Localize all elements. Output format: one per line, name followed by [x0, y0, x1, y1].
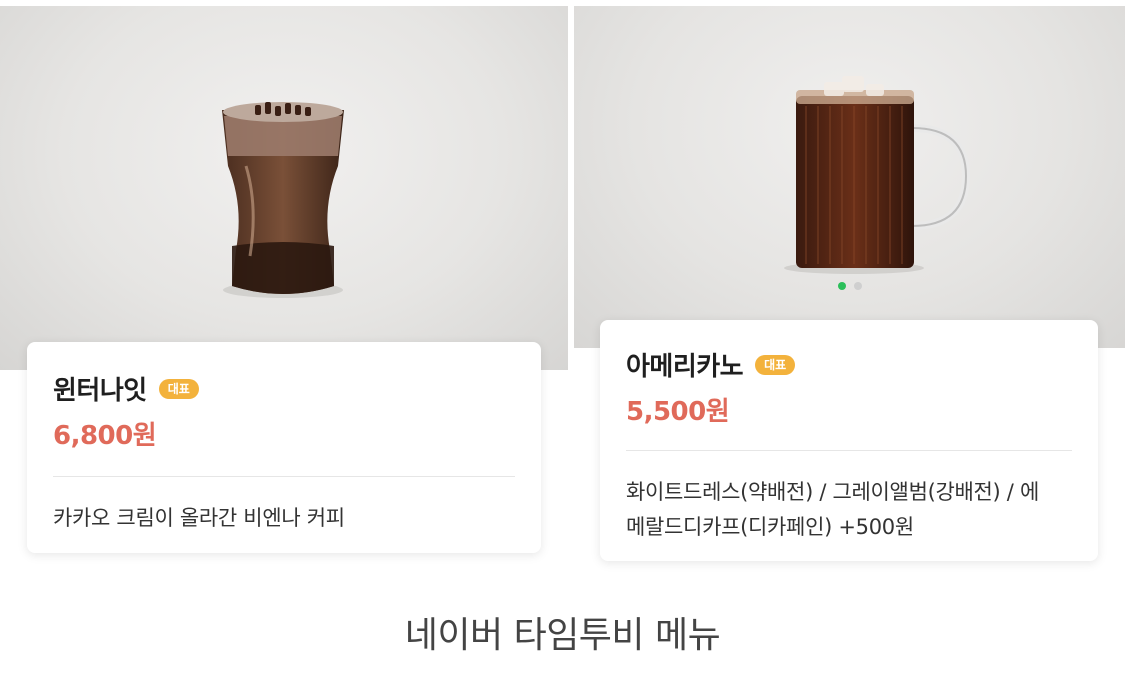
- menu-description-line: 메랄드디카프(디카페인) +500원: [626, 515, 914, 539]
- americano-drink-image: [784, 76, 971, 274]
- representative-badge: 대표: [158, 378, 199, 399]
- carousel-indicator: [838, 282, 862, 290]
- menu-name: 아메리카노: [626, 352, 744, 382]
- divider: [53, 476, 515, 477]
- carousel-dot-2[interactable]: [854, 282, 862, 290]
- menu-description-line: 화이트드레스(약배전) / 그레이앨범(강배전) / 에: [626, 480, 1039, 504]
- carousel-dot-1[interactable]: [838, 282, 846, 290]
- divider: [626, 450, 1072, 451]
- menu-price: 6,800원: [53, 421, 157, 451]
- menu-name-row: 아메리카노 대표: [626, 346, 1072, 383]
- menu-price: 5,500원: [626, 397, 730, 427]
- menu-description: 화이트드레스(약배전) / 그레이앨범(강배전) / 에 메랄드디카프(디카페인…: [626, 475, 1072, 545]
- menu-description: 카카오 크림이 올라간 비엔나 커피: [53, 506, 345, 530]
- menu-card-americano[interactable]: 아메리카노 대표 5,500원 화이트드레스(약배전) / 그레이앨범(강배전)…: [600, 320, 1098, 561]
- winter-night-drink-image: [222, 102, 344, 298]
- winter-night-photo[interactable]: [0, 6, 568, 370]
- representative-badge: 대표: [755, 354, 796, 375]
- menu-name-row: 윈터나잇 대표: [53, 370, 515, 407]
- section-title: 네이버 타임투비 메뉴: [404, 615, 721, 656]
- menu-name: 윈터나잇: [53, 376, 147, 406]
- menu-card-winter-night[interactable]: 윈터나잇 대표 6,800원 카카오 크림이 올라간 비엔나 커피: [27, 342, 541, 553]
- americano-photo-carousel[interactable]: [574, 6, 1125, 348]
